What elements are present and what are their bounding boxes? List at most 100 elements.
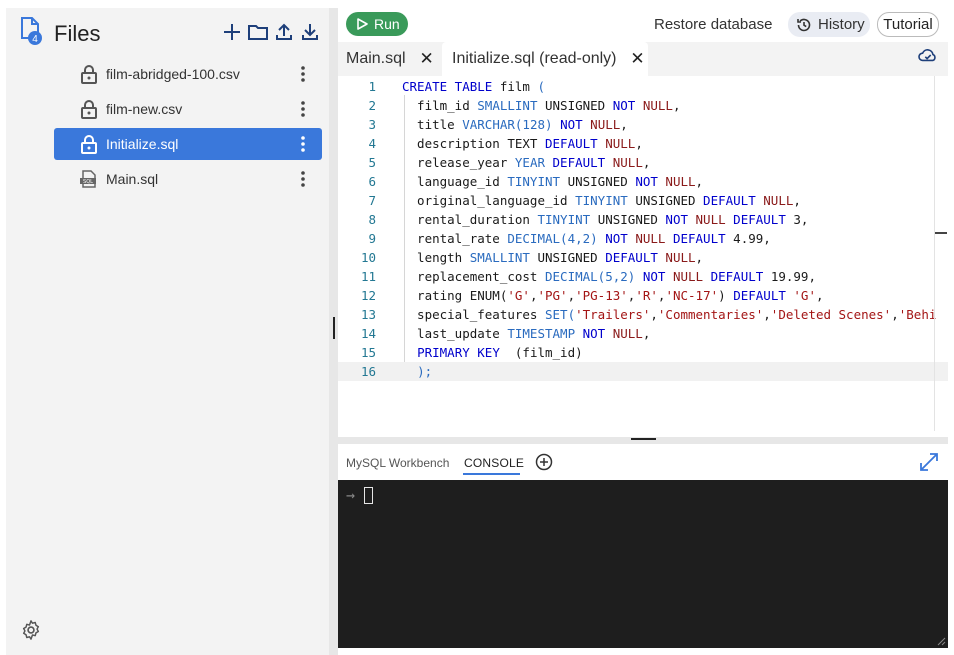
code-text: last_update TIMESTAMP NOT NULL,: [402, 326, 651, 341]
splitter-grip[interactable]: [333, 317, 335, 339]
run-label: Run: [374, 16, 400, 32]
history-button[interactable]: History: [788, 12, 870, 37]
code-line[interactable]: 7 original_language_id TINYINT UNSIGNED …: [338, 191, 948, 210]
splitter-grip[interactable]: [631, 438, 656, 440]
new-folder-button[interactable]: [246, 20, 270, 44]
code-editor[interactable]: 1 CREATE TABLE film ( 2 film_id SMALLINT U…: [338, 76, 948, 437]
tutorial-button[interactable]: Tutorial: [877, 12, 939, 37]
lock-icon: [81, 100, 97, 119]
svg-text:4: 4: [32, 34, 38, 45]
download-button[interactable]: [298, 20, 322, 44]
code-line[interactable]: 12 rating ENUM('G','PG','PG-13','R','NC-…: [338, 286, 948, 305]
active-tab-underline: [463, 473, 520, 475]
lock-icon: [81, 135, 97, 154]
code-text: PRIMARY KEY (film_id): [417, 345, 583, 360]
editor-scrollbar-track: [934, 76, 935, 431]
file-item-main-sql[interactable]: SQL Main.sql: [54, 163, 322, 195]
code-text: language_id TINYINT UNSIGNED NOT NULL,: [402, 174, 704, 189]
code-line[interactable]: 4 description TEXT DEFAULT NULL,: [338, 134, 948, 153]
svg-text:SQL: SQL: [83, 179, 93, 185]
code-text: release_year YEAR DEFAULT NULL,: [402, 155, 651, 170]
line-number: 10: [360, 250, 376, 265]
code-text: film_id SMALLINT UNSIGNED NOT NULL,: [402, 98, 681, 113]
history-icon: [797, 18, 811, 31]
files-header: 4 Files: [6, 8, 329, 60]
line-number: 9: [368, 231, 376, 246]
code-line[interactable]: 10 length SMALLINT UNSIGNED DEFAULT NULL…: [338, 248, 948, 267]
line-number: 15: [360, 345, 376, 360]
add-circle-icon[interactable]: [535, 453, 553, 471]
download-icon: [302, 24, 318, 40]
line-number: 3: [368, 117, 376, 132]
line-number: 13: [360, 307, 376, 322]
code-line[interactable]: 15 PRIMARY KEY (film_id): [338, 343, 948, 362]
upload-button[interactable]: [272, 20, 296, 44]
code-text: CREATE TABLE film (: [402, 79, 546, 94]
code-text: special_features SET('Trailers','Comment…: [402, 307, 937, 322]
file-item-film-new[interactable]: film-new.csv: [54, 93, 322, 125]
folder-icon: [248, 25, 268, 40]
code-line[interactable]: 6 language_id TINYINT UNSIGNED NOT NULL,: [338, 172, 948, 191]
code-line[interactable]: 9 rental_rate DECIMAL(4,2) NOT NULL DEFA…: [338, 229, 948, 248]
code-text: description TEXT DEFAULT NULL,: [402, 136, 643, 151]
editor-tabs: Main.sql ✕ Initialize.sql (read-only) ✕: [338, 42, 948, 76]
close-icon[interactable]: ✕: [629, 49, 647, 69]
files-sidebar: 4 Files film-abridged-100.csv film-new.c…: [6, 8, 329, 655]
code-text: replacement_cost DECIMAL(5,2) NOT NULL D…: [402, 269, 816, 284]
code-line[interactable]: 14 last_update TIMESTAMP NOT NULL,: [338, 324, 948, 343]
history-label: History: [818, 16, 865, 33]
code-text: original_language_id TINYINT UNSIGNED DE…: [402, 193, 801, 208]
close-icon[interactable]: ✕: [418, 49, 436, 69]
code-line[interactable]: 3 title VARCHAR(128) NOT NULL,: [338, 115, 948, 134]
upload-icon: [276, 23, 292, 40]
terminal-cursor: [364, 487, 373, 504]
tab-console[interactable]: CONSOLE: [464, 456, 524, 470]
plus-icon: [224, 24, 240, 40]
code-line[interactable]: 1 CREATE TABLE film (: [338, 77, 948, 96]
more-vertical-icon[interactable]: [297, 64, 309, 84]
code-text: length SMALLINT UNSIGNED DEFAULT NULL,: [402, 250, 704, 265]
tab-mysql-workbench[interactable]: MySQL Workbench: [346, 456, 449, 470]
line-number: 12: [360, 288, 376, 303]
code-line[interactable]: 13 special_features SET('Trailers','Comm…: [338, 305, 948, 324]
line-number: 16: [360, 364, 376, 379]
file-item-film-abridged[interactable]: film-abridged-100.csv: [54, 58, 322, 90]
file-name: film-new.csv: [106, 101, 183, 117]
gear-icon[interactable]: [20, 619, 42, 641]
more-vertical-icon[interactable]: [297, 169, 309, 189]
line-number: 6: [368, 174, 376, 189]
more-vertical-icon[interactable]: [297, 134, 309, 154]
file-list: film-abridged-100.csv film-new.csv Initi…: [6, 58, 329, 198]
tab-main-sql[interactable]: Main.sql ✕: [338, 42, 440, 76]
line-number: 11: [360, 269, 376, 284]
console-terminal[interactable]: →: [338, 480, 948, 648]
cloud-sync-icon[interactable]: [917, 46, 939, 64]
line-number: 1: [368, 79, 376, 94]
expand-icon[interactable]: [918, 451, 940, 473]
file-item-initialize-sql[interactable]: Initialize.sql: [54, 128, 322, 160]
tab-initialize-sql[interactable]: Initialize.sql (read-only) ✕: [442, 42, 648, 76]
file-name: film-abridged-100.csv: [106, 66, 240, 82]
run-button[interactable]: Run: [346, 12, 408, 36]
editor-scrollbar-marker[interactable]: [935, 232, 947, 234]
code-line[interactable]: 8 rental_duration TINYINT UNSIGNED NOT N…: [338, 210, 948, 229]
code-line[interactable]: 16 );: [338, 362, 948, 381]
file-name: Initialize.sql: [106, 136, 179, 152]
tab-label: Initialize.sql (read-only): [452, 50, 617, 67]
bottom-panel-tabs: MySQL Workbench CONSOLE: [338, 444, 948, 480]
code-line[interactable]: 11 replacement_cost DECIMAL(5,2) NOT NUL…: [338, 267, 948, 286]
resize-handle-icon[interactable]: [936, 636, 946, 646]
more-vertical-icon[interactable]: [297, 99, 309, 119]
restore-database-button[interactable]: Restore database: [654, 16, 772, 33]
tab-label: Main.sql: [346, 50, 406, 67]
line-number: 7: [368, 193, 376, 208]
code-text: rental_duration TINYINT UNSIGNED NOT NUL…: [402, 212, 809, 227]
line-number: 5: [368, 155, 376, 170]
prompt-arrow: →: [346, 486, 356, 504]
code-line[interactable]: 5 release_year YEAR DEFAULT NULL,: [338, 153, 948, 172]
line-number: 4: [368, 136, 376, 151]
code-text: rating ENUM('G','PG','PG-13','R','NC-17'…: [402, 288, 824, 303]
app-root: 4 Files film-abridged-100.csv film-new.c…: [0, 0, 954, 655]
new-file-button[interactable]: [220, 20, 244, 44]
code-line[interactable]: 2 film_id SMALLINT UNSIGNED NOT NULL,: [338, 96, 948, 115]
